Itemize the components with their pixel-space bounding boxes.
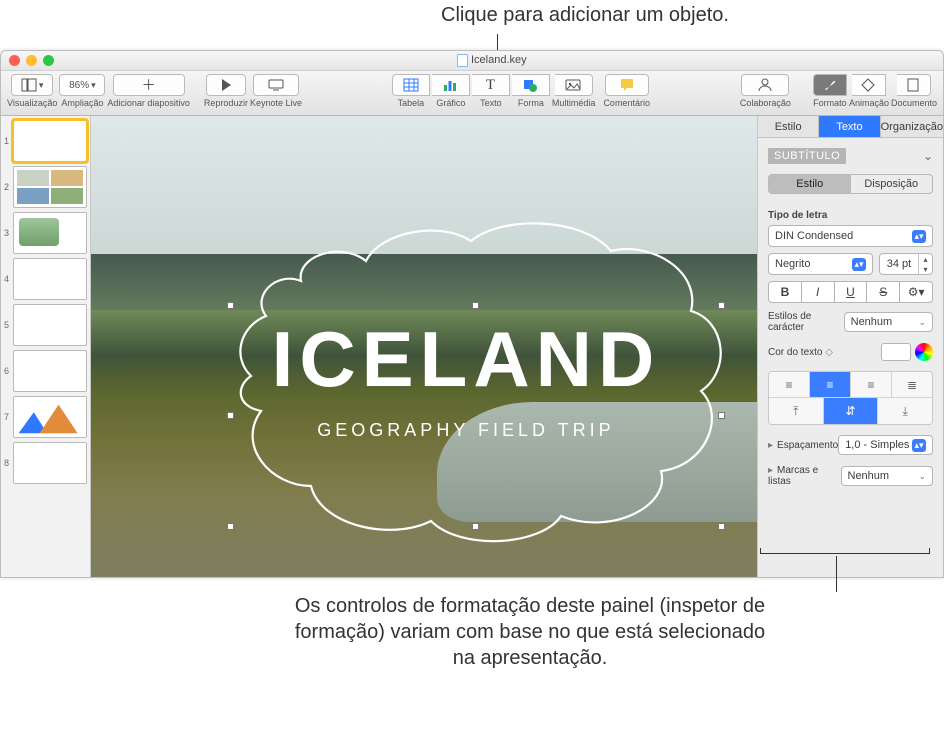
comment-icon [619, 77, 635, 93]
align-justify-button[interactable]: ≣ [892, 372, 932, 397]
slide-navigator[interactable]: 1ICELAND 2 3 4 5 6 7 8 [1, 116, 91, 577]
chart-icon [442, 77, 458, 93]
disclosure-triangle-icon[interactable]: ▸ [768, 440, 773, 451]
italic-button[interactable]: I [802, 281, 835, 303]
insert-table-button[interactable]: Tabela [392, 74, 430, 108]
comment-button[interactable]: Comentário [603, 74, 650, 108]
slide-canvas[interactable]: ICELAND GEOGRAPHY FIELD TRIP [91, 116, 757, 577]
color-wheel-button[interactable] [915, 343, 933, 361]
slide-thumb[interactable]: 1ICELAND [4, 120, 87, 162]
slide-thumb[interactable]: 7 [4, 396, 87, 438]
slide-thumb[interactable]: 6 [4, 350, 87, 392]
chevron-down-icon: ⌄ [923, 149, 933, 163]
paragraph-style-label: SUBTÍTULO [768, 148, 846, 164]
valign-middle-button[interactable]: ⇵ [824, 398, 879, 424]
char-styles-label: Estilos de carácter [768, 311, 844, 333]
slide-thumb[interactable]: 5 [4, 304, 87, 346]
font-section-label: Tipo de letra [768, 210, 933, 221]
document-title: Iceland.key [471, 54, 527, 66]
view-icon [21, 77, 37, 93]
paragraph-style-picker[interactable]: SUBTÍTULO ⌄ [758, 138, 943, 174]
media-icon [565, 77, 581, 93]
document-inspector-button[interactable]: Documento [891, 74, 937, 108]
play-icon [218, 77, 234, 93]
keynote-live-button[interactable]: Keynote Live [250, 74, 302, 108]
selection-handles[interactable] [231, 306, 721, 526]
tab-text[interactable]: Texto [819, 116, 880, 137]
people-icon [757, 77, 773, 93]
text-color-label: Cor do texto [768, 347, 822, 358]
align-left-button[interactable]: ≡ [769, 372, 810, 397]
strike-button[interactable]: S [867, 281, 900, 303]
text-advanced-button[interactable]: ⚙︎▾ [900, 281, 933, 303]
add-slide-button[interactable]: ＋ Adicionar diapositivo [107, 74, 190, 108]
titlebar: Iceland.key [1, 51, 943, 71]
text-seg-layout[interactable]: Disposição [851, 175, 933, 193]
diamond-icon [860, 77, 876, 93]
align-center-button[interactable]: ≡ [810, 372, 851, 397]
insert-text-button[interactable]: T Texto [472, 74, 510, 108]
table-icon [403, 77, 419, 93]
insert-shape-button[interactable]: Forma [512, 74, 550, 108]
tab-arrange[interactable]: Organização [881, 116, 943, 137]
font-family-select[interactable]: DIN Condensed▴▾ [768, 225, 933, 247]
valign-bottom-button[interactable]: ⤓ [878, 398, 932, 424]
collaboration-button[interactable]: Colaboração [740, 74, 791, 108]
brush-icon [822, 77, 838, 93]
alignment-controls: ≡ ≡ ≡ ≣ ⤒ ⇵ ⤓ [768, 371, 933, 425]
callout-top: Clique para adicionar um objeto. [370, 4, 800, 27]
document-icon [905, 77, 921, 93]
document-icon [457, 54, 468, 67]
bold-button[interactable]: B [768, 281, 802, 303]
view-button[interactable]: ▾ Visualização [7, 74, 57, 108]
close-window-button[interactable] [9, 55, 20, 66]
bullets-select[interactable]: Nenhum⌄ [841, 466, 934, 486]
slide-thumb[interactable]: 2 [4, 166, 87, 208]
text-seg-style[interactable]: Estilo [769, 175, 851, 193]
spacing-label: Espaçamento [777, 440, 838, 451]
zoom-stepper[interactable]: 86%▾ Ampliação [59, 74, 105, 108]
slide-thumb[interactable]: 3 [4, 212, 87, 254]
valign-top-button[interactable]: ⤒ [769, 398, 824, 424]
zoom-window-button[interactable] [43, 55, 54, 66]
gear-icon: ⚙︎ [908, 285, 919, 299]
font-size-stepper[interactable]: 34 pt ▴▾ [879, 253, 933, 275]
tab-style[interactable]: Estilo [758, 116, 819, 137]
align-right-button[interactable]: ≡ [851, 372, 892, 397]
text-color-swatch[interactable] [881, 343, 911, 361]
char-styles-select[interactable]: Nenhum⌄ [844, 312, 933, 332]
slide-thumb[interactable]: 8 [4, 442, 87, 484]
callout-line [836, 556, 837, 592]
minimize-window-button[interactable] [26, 55, 37, 66]
shape-icon [522, 77, 538, 93]
animation-inspector-button[interactable]: Animação [849, 74, 889, 108]
play-button[interactable]: Reproduzir [204, 74, 248, 108]
insert-media-button[interactable]: Multimédia [552, 74, 596, 108]
underline-button[interactable]: U [835, 281, 868, 303]
font-weight-select[interactable]: Negrito▴▾ [768, 253, 873, 275]
toolbar: ▾ Visualização 86%▾ Ampliação ＋ Adiciona… [1, 71, 943, 116]
format-inspector: Estilo Texto Organização SUBTÍTULO ⌄ Est… [757, 116, 943, 577]
callout-bottom: Os controlos de formatação deste painel … [290, 593, 770, 671]
callout-bracket [760, 548, 930, 554]
bullets-label: Marcas e listas [768, 465, 818, 487]
slide-thumb[interactable]: 4 [4, 258, 87, 300]
insert-chart-button[interactable]: Gráfico [432, 74, 470, 108]
disclosure-triangle-icon[interactable]: ▸ [768, 465, 773, 476]
spacing-select[interactable]: 1,0 - Simples▴▾ [838, 435, 933, 455]
format-inspector-button[interactable]: Formato [813, 74, 847, 108]
display-icon [268, 77, 284, 93]
app-window: Iceland.key ▾ Visualização 86%▾ Ampliaçã… [0, 50, 944, 578]
